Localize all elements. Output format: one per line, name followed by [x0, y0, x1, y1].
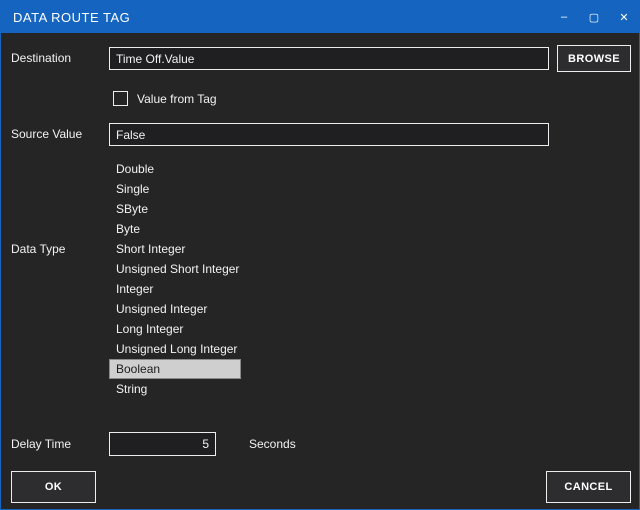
data-type-option-string[interactable]: String — [109, 379, 154, 399]
data-type-option-boolean[interactable]: Boolean — [109, 359, 241, 379]
data-type-list: Double Single SByte Byte Short Integer U… — [109, 159, 246, 399]
ok-button[interactable]: OK — [11, 471, 96, 503]
value-from-tag-checkbox[interactable] — [113, 91, 128, 106]
data-type-option-byte[interactable]: Byte — [109, 219, 147, 239]
source-value-input[interactable] — [109, 123, 549, 146]
source-value-label: Source Value — [11, 127, 82, 141]
window-controls: – ▢ ✕ — [549, 1, 639, 33]
data-type-option-integer[interactable]: Integer — [109, 279, 160, 299]
data-route-tag-dialog: DATA ROUTE TAG – ▢ ✕ Destination BROWSE … — [0, 0, 640, 510]
titlebar[interactable]: DATA ROUTE TAG – ▢ ✕ — [1, 1, 639, 33]
data-type-option-unsigned-integer[interactable]: Unsigned Integer — [109, 299, 214, 319]
data-type-option-short-integer[interactable]: Short Integer — [109, 239, 192, 259]
data-type-option-single[interactable]: Single — [109, 179, 156, 199]
window-title: DATA ROUTE TAG — [13, 10, 130, 25]
delay-time-label: Delay Time — [11, 437, 71, 451]
minimize-icon[interactable]: – — [549, 1, 579, 33]
dialog-body: Destination BROWSE Value from Tag Source… — [1, 33, 639, 509]
maximize-icon[interactable]: ▢ — [579, 1, 609, 33]
delay-time-input[interactable] — [109, 432, 216, 456]
data-type-option-double[interactable]: Double — [109, 159, 161, 179]
destination-label: Destination — [11, 51, 71, 65]
close-icon[interactable]: ✕ — [609, 1, 639, 33]
data-type-option-unsigned-short-integer[interactable]: Unsigned Short Integer — [109, 259, 246, 279]
data-type-label: Data Type — [11, 242, 65, 256]
data-type-option-long-integer[interactable]: Long Integer — [109, 319, 190, 339]
delay-time-unit-label: Seconds — [249, 437, 296, 451]
cancel-button[interactable]: CANCEL — [546, 471, 631, 503]
data-type-option-sbyte[interactable]: SByte — [109, 199, 155, 219]
value-from-tag-label: Value from Tag — [137, 92, 217, 106]
data-type-option-unsigned-long-integer[interactable]: Unsigned Long Integer — [109, 339, 244, 359]
browse-button[interactable]: BROWSE — [557, 45, 631, 72]
destination-input[interactable] — [109, 47, 549, 70]
